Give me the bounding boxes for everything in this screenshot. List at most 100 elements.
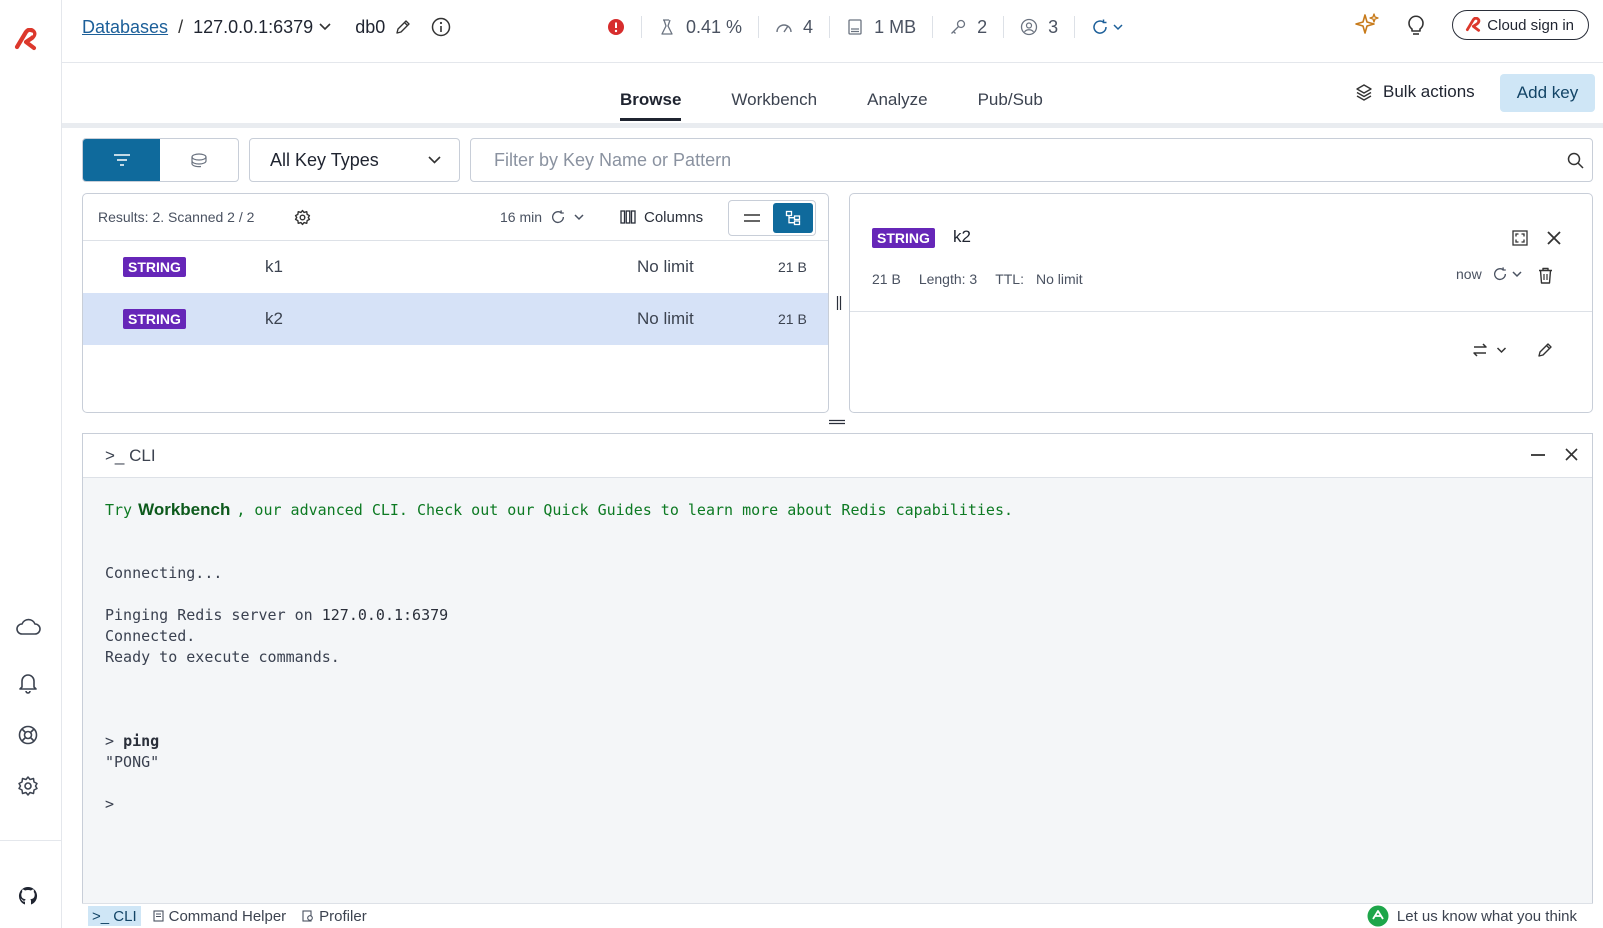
github-icon[interactable] — [13, 881, 43, 911]
edit-db-pencil-icon[interactable] — [395, 19, 411, 35]
stat-clients-value: 3 — [1048, 16, 1059, 37]
stat-memory: 1 MB — [829, 16, 932, 38]
help-lifebuoy-icon[interactable] — [13, 720, 43, 750]
cli-response: "PONG" — [105, 753, 160, 771]
key-row-k1[interactable]: STRING k1 No limit 21 B — [83, 241, 828, 293]
key-ttl: No limit — [637, 257, 694, 276]
search-icon[interactable] — [1558, 152, 1592, 169]
key-type-value: All Key Types — [270, 149, 379, 170]
settings-gear-icon[interactable] — [13, 771, 43, 801]
db-name: db0 — [355, 16, 386, 37]
cloud-sign-in-label: Cloud sign in — [1487, 16, 1574, 34]
key-size: 21 B — [778, 311, 807, 327]
ai-sparkles-icon[interactable] — [1354, 12, 1380, 38]
stat-ops: 4 — [758, 16, 829, 38]
horizontal-resize-handle[interactable] — [829, 419, 845, 425]
tab-pubsub[interactable]: Pub/Sub — [978, 90, 1043, 121]
cli-output[interactable]: Try Workbench , our advanced CLI. Check ou… — [105, 499, 1013, 815]
vertical-resize-handle[interactable] — [836, 296, 842, 310]
tab-workbench[interactable]: Workbench — [731, 90, 817, 121]
key-list-panel: Results: 2. Scanned 2 / 2 16 min Columns… — [82, 193, 829, 413]
key-detail-length: Length: 3 — [918, 271, 978, 287]
bulk-actions-button[interactable]: Bulk actions — [1355, 82, 1475, 102]
key-search-input[interactable] — [471, 139, 1558, 181]
error-indicator[interactable] — [607, 16, 641, 38]
nav-divider — [0, 840, 61, 841]
key-row-k2[interactable]: STRING k2 No limit 21 B — [83, 293, 828, 345]
tab-underline-band — [62, 123, 1603, 128]
tab-analyze[interactable]: Analyze — [867, 90, 927, 121]
key-ttl: No limit — [637, 309, 694, 328]
key-detail-header: STRING k2 21 B Length: 3 TTL: No limit n… — [850, 194, 1592, 312]
command-helper-button[interactable]: Command Helper — [149, 906, 291, 926]
chevron-down-icon — [1496, 346, 1507, 353]
cli-connected: Connected. — [105, 627, 196, 645]
key-type-select[interactable]: All Key Types — [249, 138, 460, 182]
db-stats: 0.41 % 4 1 MB 2 3 — [607, 14, 1139, 40]
filter-lines-icon — [113, 154, 130, 166]
alert-circle-icon — [608, 19, 624, 35]
close-icon[interactable] — [1565, 448, 1578, 461]
profiler-button[interactable]: Profiler — [298, 906, 371, 926]
stat-keys: 2 — [932, 16, 1003, 38]
bell-icon[interactable] — [13, 668, 43, 698]
minimize-icon[interactable] — [1530, 446, 1546, 462]
lightbulb-icon[interactable] — [1406, 13, 1426, 37]
cli-toggle-button[interactable]: >_ CLI — [88, 906, 141, 926]
refresh-icon — [1493, 267, 1506, 280]
layers-icon — [1356, 84, 1372, 101]
key-detail-meta: 21 B Length: 3 TTL: No limit — [872, 271, 1083, 287]
redis-logo-icon — [1466, 17, 1481, 32]
list-view-toggle[interactable] — [731, 203, 773, 233]
chevron-down-icon — [1113, 23, 1123, 30]
tree-view-toggle[interactable] — [773, 203, 813, 233]
stat-ops-value: 4 — [803, 16, 814, 37]
key-type-badge: STRING — [123, 257, 186, 277]
key-size: 21 B — [778, 259, 807, 275]
left-nav — [0, 0, 62, 928]
command-helper-label: Command Helper — [168, 907, 287, 925]
key-list-refresh[interactable]: 16 min — [500, 209, 584, 225]
expand-fullscreen-icon[interactable] — [1512, 230, 1528, 246]
speedometer-icon — [776, 24, 792, 33]
redis-logo-icon[interactable] — [14, 28, 40, 52]
cli-input-line[interactable]: > — [105, 794, 1013, 815]
databases-link[interactable]: Databases — [82, 17, 168, 38]
cloud-icon[interactable] — [13, 612, 43, 642]
key-type-badge: STRING — [872, 228, 935, 248]
key-detail-name[interactable]: k2 — [953, 227, 971, 247]
scan-settings-gear-icon[interactable] — [294, 209, 311, 226]
edit-value-pencil-icon[interactable] — [1537, 342, 1553, 358]
value-format-selector[interactable] — [1472, 342, 1507, 358]
key-detail-ttl-value[interactable]: No limit — [1036, 271, 1083, 287]
feedback-link[interactable]: Let us know what you think — [1367, 905, 1577, 927]
tab-browse[interactable]: Browse — [620, 90, 682, 121]
top-bar: Databases / 127.0.0.1:6379 db0 0.41 % 4 … — [62, 0, 1603, 63]
host-selector[interactable]: 127.0.0.1:6379 — [193, 17, 331, 38]
breadcrumb-separator: / — [178, 16, 184, 37]
vector-search-button[interactable] — [160, 139, 238, 181]
cli-command: ping — [123, 732, 160, 750]
chevron-down-icon — [428, 156, 441, 164]
info-icon[interactable] — [431, 17, 451, 37]
auto-refresh-toggle[interactable] — [1074, 16, 1139, 38]
feedback-icon — [1367, 905, 1389, 927]
stat-clients: 3 — [1003, 16, 1074, 38]
bottom-bar: >_ CLI Command Helper Profiler Let us kn… — [82, 903, 1593, 928]
refreshed-label: now — [1456, 266, 1482, 282]
key-value-area — [850, 312, 1592, 412]
close-icon[interactable] — [1546, 230, 1562, 246]
columns-button[interactable]: Columns — [620, 209, 703, 226]
delete-trash-icon[interactable] — [1538, 267, 1553, 284]
chevron-down-icon — [319, 23, 331, 31]
key-detail-refresh[interactable]: now — [1456, 266, 1522, 282]
workbench-link[interactable]: Workbench — [138, 500, 230, 519]
cloud-sign-in-button[interactable]: Cloud sign in — [1452, 10, 1589, 40]
main-tabs: Browse Workbench Analyze Pub/Sub — [620, 90, 1043, 121]
add-key-button[interactable]: Add key — [1500, 74, 1595, 112]
cli-connecting: Connecting... — [105, 564, 223, 582]
key-detail-panel: STRING k2 21 B Length: 3 TTL: No limit n… — [849, 193, 1593, 413]
key-icon — [951, 19, 966, 34]
list-view-button[interactable] — [83, 139, 160, 181]
refresh-icon — [1093, 19, 1107, 34]
